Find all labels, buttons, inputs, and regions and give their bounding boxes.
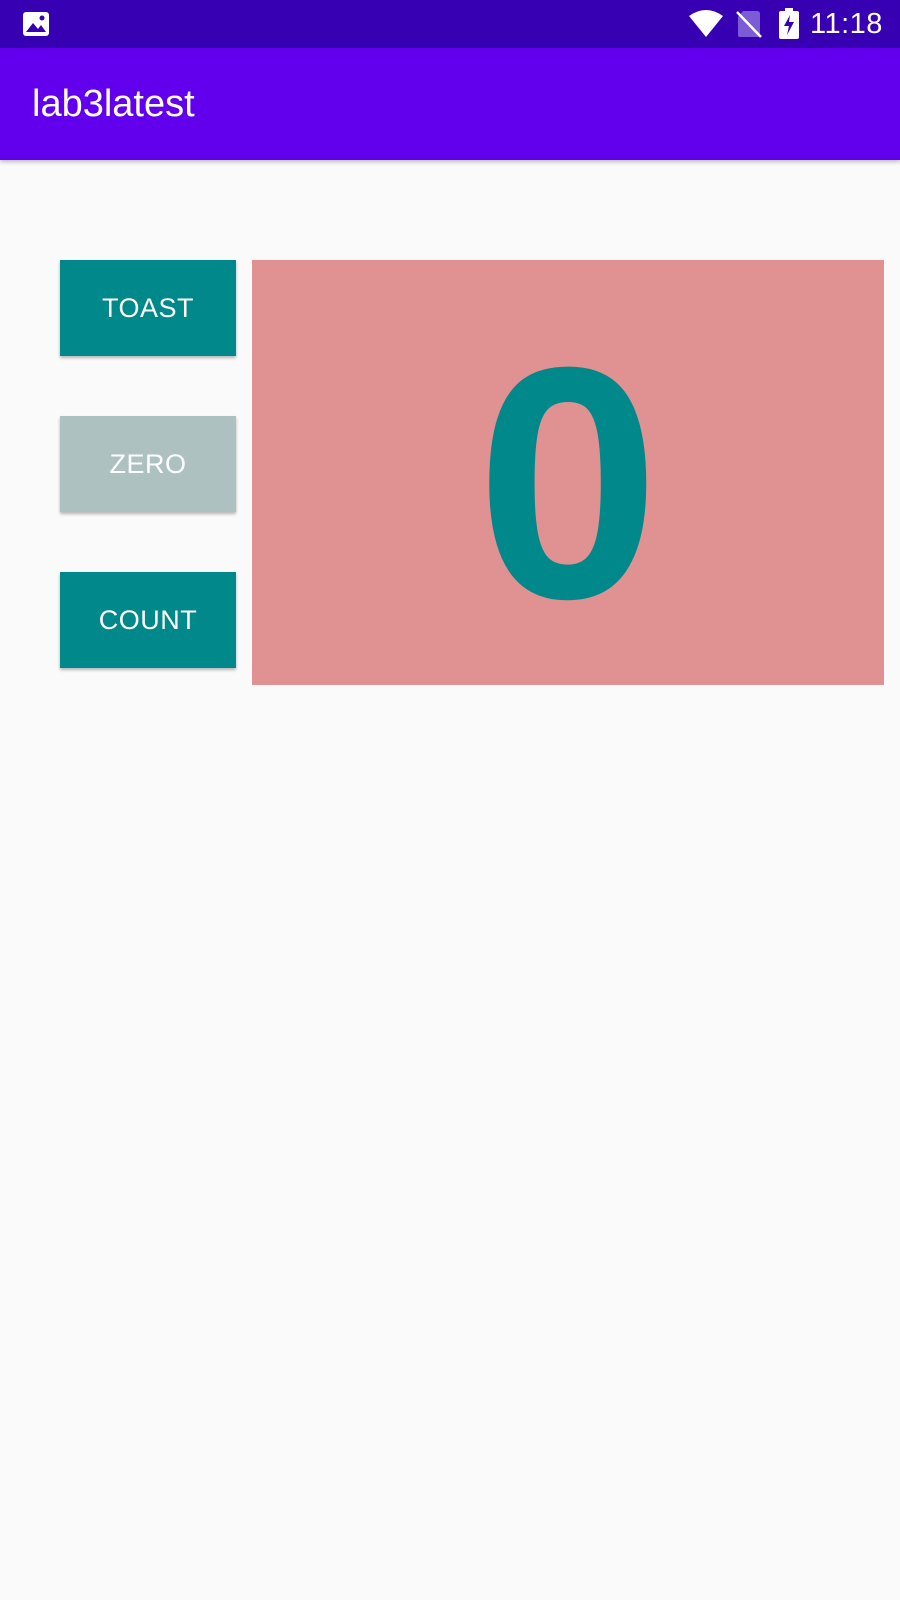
status-clock: 11:18 <box>810 8 883 40</box>
no-sim-icon <box>736 11 762 38</box>
status-bar: 11:18 <box>0 0 900 48</box>
zero-button[interactable]: ZERO <box>60 416 236 512</box>
battery-charging-icon <box>779 8 799 39</box>
wifi-icon <box>689 10 723 37</box>
toast-button[interactable]: TOAST <box>60 260 236 356</box>
count-display-panel: 0 <box>252 260 884 685</box>
app-title: lab3latest <box>32 83 195 125</box>
image-notification-icon <box>23 12 49 36</box>
count-value: 0 <box>476 297 660 667</box>
count-button[interactable]: COUNT <box>60 572 236 668</box>
app-bar: lab3latest <box>0 48 900 160</box>
